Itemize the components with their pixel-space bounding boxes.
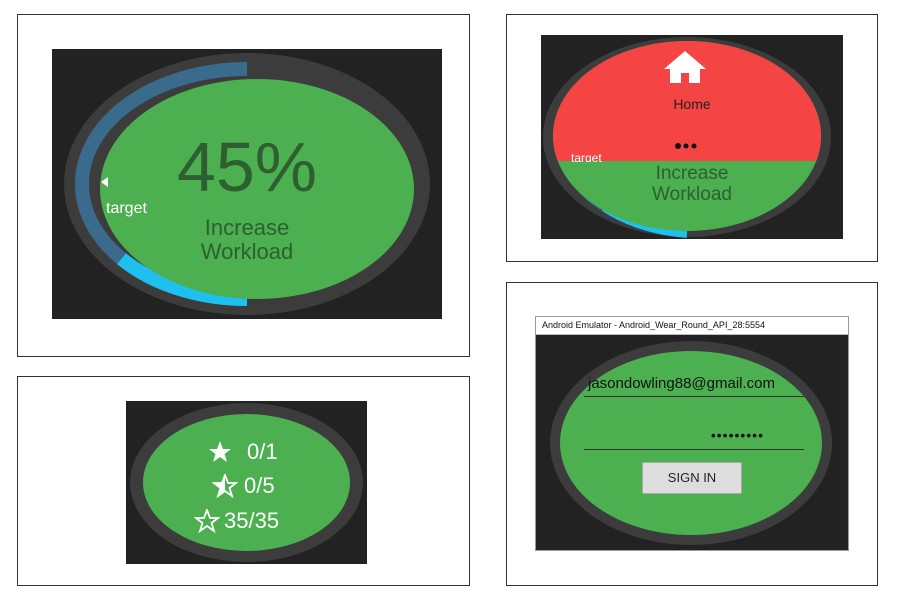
star-half-icon: [212, 474, 238, 498]
action-label-line2: Workload: [652, 184, 732, 205]
emulator-title-bar[interactable]: Android Emulator - Android_Wear_Round_AP…: [536, 317, 848, 335]
action-label-line1: Increase: [655, 163, 729, 184]
home-icon[interactable]: [662, 49, 708, 85]
progress-panel: target 45% Increase Workload: [17, 14, 470, 357]
emulator-window: Android Emulator - Android_Wear_Round_AP…: [535, 316, 849, 551]
action-label-line2: Workload: [200, 239, 294, 264]
sign-in-button[interactable]: SIGN IN: [642, 462, 742, 494]
progress-watch-screen: target 45% Increase Workload: [52, 49, 442, 319]
menu-panel: target Home Increase Workload: [506, 14, 878, 262]
percent-value: 45%: [176, 128, 318, 206]
stars-row-value: 0/5: [244, 473, 275, 498]
home-label[interactable]: Home: [637, 96, 747, 112]
star-filled-icon: [208, 440, 232, 464]
more-dots-icon[interactable]: [674, 142, 700, 150]
password-value: •••••••••: [710, 427, 764, 443]
menu-watch-screen: target Home Increase Workload: [541, 35, 843, 239]
action-label-line1: Increase: [204, 215, 290, 240]
stars-watch-screen: 0/1 0/5 35/35: [126, 401, 367, 564]
window-title: Android Emulator - Android_Wear_Round_AP…: [542, 320, 765, 330]
stars-panel: 0/1 0/5 35/35: [17, 376, 470, 586]
stars-row-value: 35/35: [224, 508, 280, 533]
target-marker-icon: [101, 177, 108, 187]
password-field[interactable]: •••••••••: [584, 427, 804, 450]
peek-target-label: target: [571, 152, 602, 162]
stars-row-value: 0/1: [247, 439, 278, 464]
email-field[interactable]: jasondowling88@gmail.com: [584, 374, 804, 397]
email-value: jasondowling88@gmail.com: [588, 375, 775, 392]
login-panel: Android Emulator - Android_Wear_Round_AP…: [506, 282, 878, 586]
star-outline-icon: [194, 509, 220, 533]
